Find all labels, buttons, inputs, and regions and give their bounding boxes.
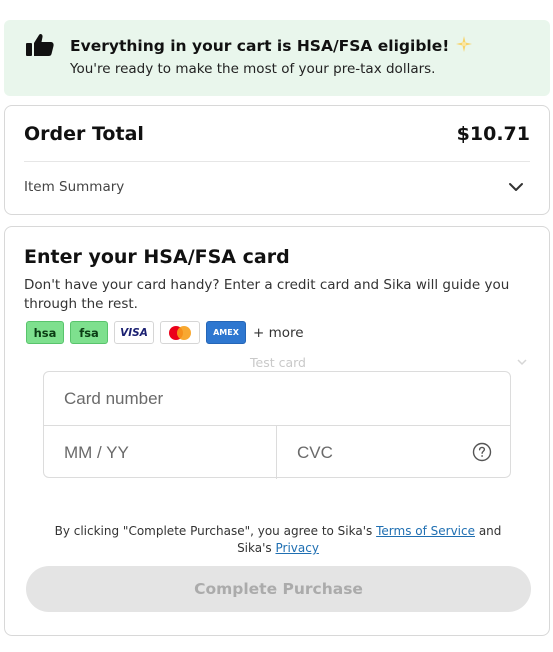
- card-entry-form: [43, 371, 512, 479]
- complete-purchase-button[interactable]: Complete Purchase: [26, 566, 531, 612]
- terms-of-service-link[interactable]: Terms of Service: [376, 524, 475, 538]
- help-icon[interactable]: [472, 442, 492, 462]
- fsa-logo: fsa: [70, 321, 108, 344]
- chevron-down-icon[interactable]: [508, 181, 524, 193]
- order-total-value: $10.71: [456, 123, 530, 145]
- banner-title-text: Everything in your cart is HSA/FSA eligi…: [70, 37, 450, 55]
- item-summary-toggle[interactable]: Item Summary: [24, 179, 124, 195]
- sparkle-icon: [456, 36, 473, 52]
- cvc-input[interactable]: [297, 426, 497, 479]
- payment-card: Enter your HSA/FSA card Don't have your …: [4, 226, 550, 636]
- accepted-cards: hsa fsa VISA AMEX + more: [26, 320, 304, 345]
- amex-logo: AMEX: [206, 321, 246, 344]
- legal-prefix: By clicking "Complete Purchase", you agr…: [54, 524, 373, 538]
- hsa-logo: hsa: [26, 321, 64, 344]
- order-total-label: Order Total: [24, 123, 144, 145]
- test-card-toggle[interactable]: Test card: [5, 355, 551, 370]
- eligibility-banner: Everything in your cart is HSA/FSA eligi…: [4, 20, 550, 96]
- banner-subtitle: You're ready to make the most of your pr…: [70, 61, 436, 77]
- visa-logo: VISA: [114, 321, 154, 344]
- legal-sika: Sika's: [237, 541, 272, 555]
- chevron-down-icon[interactable]: [517, 359, 527, 366]
- card-number-input[interactable]: [64, 372, 461, 425]
- privacy-link[interactable]: Privacy: [275, 541, 318, 555]
- mastercard-logo: [160, 321, 200, 344]
- cvc-row: [277, 426, 512, 479]
- divider: [24, 161, 530, 162]
- order-total-card: Order Total $10.71 Item Summary: [4, 105, 550, 215]
- legal-and: and: [478, 524, 502, 538]
- payment-heading: Enter your HSA/FSA card: [24, 246, 290, 268]
- thumbs-up-icon: [26, 33, 54, 56]
- legal-notice: By clicking "Complete Purchase", you agr…: [5, 523, 551, 557]
- payment-description: Don't have your card handy? Enter a cred…: [24, 277, 510, 312]
- expiry-row: [44, 426, 277, 479]
- expiry-input[interactable]: [64, 426, 262, 479]
- more-cards-label: + more: [253, 324, 304, 341]
- banner-title: Everything in your cart is HSA/FSA eligi…: [70, 35, 473, 55]
- card-number-row: [44, 372, 510, 426]
